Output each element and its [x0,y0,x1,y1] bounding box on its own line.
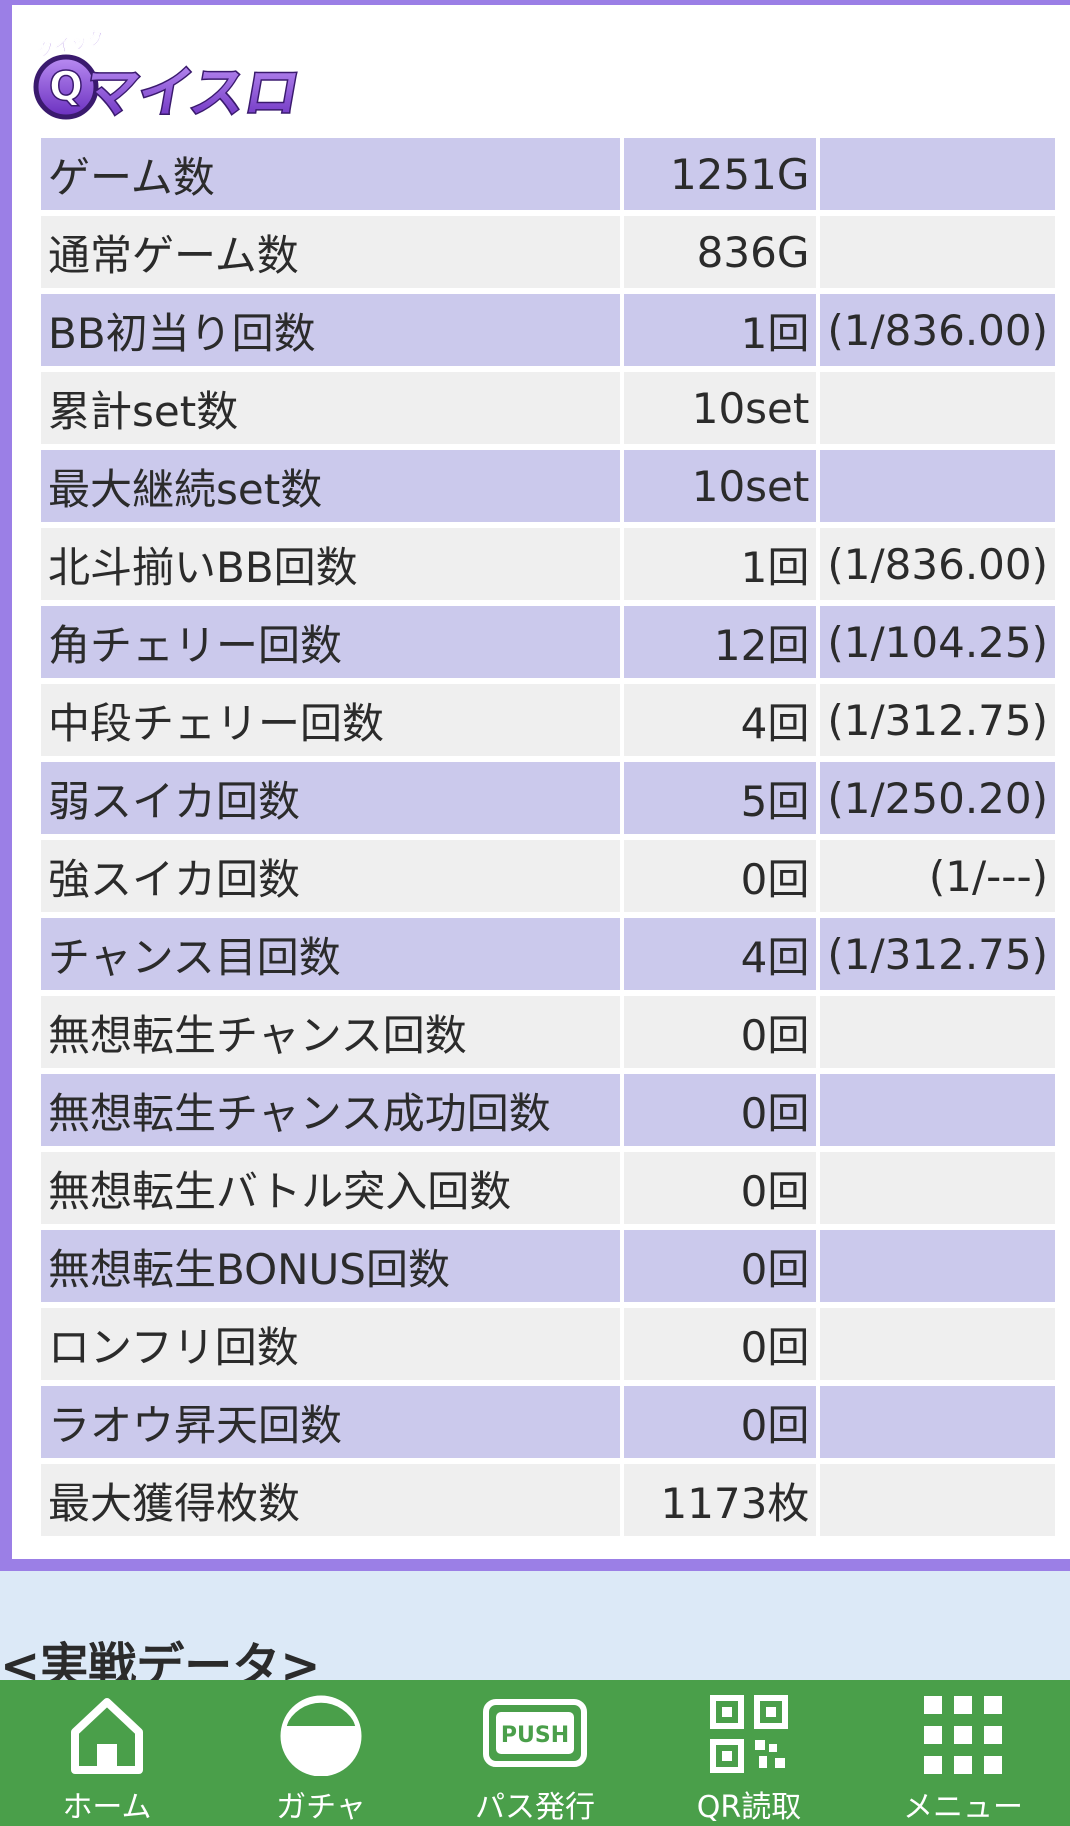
stats-row: ゲーム数 1251G [41,138,1055,210]
svg-text:Q: Q [49,64,83,110]
stat-rate: (1/104.25) [820,606,1055,678]
stat-value: 4回 [623,918,817,990]
stat-rate [820,1152,1055,1224]
stat-value: 0回 [623,1152,817,1224]
stat-label: ロンフリ回数 [41,1308,620,1380]
nav-pass[interactable]: PUSH パス発行 [428,1680,642,1826]
stat-rate [820,996,1055,1068]
stats-row: ロンフリ回数 0回 [41,1308,1055,1380]
q-myslo-logo: Q クイック マイスロ [26,29,308,127]
menu-grid-icon [922,1694,1004,1780]
nav-label: ホーム [62,1790,152,1825]
svg-text:マイスロ: マイスロ [79,60,305,124]
stats-row: 無想転生BONUS回数 0回 [41,1230,1055,1302]
stats-row: 中段チェリー回数 4回 (1/312.75) [41,684,1055,756]
stat-label: ラオウ昇天回数 [41,1386,620,1458]
stats-row: 累計set数 10set [41,372,1055,444]
stat-value: 5回 [623,762,817,834]
stat-value: 0回 [623,1230,817,1302]
stat-rate [820,1230,1055,1302]
stat-label: ゲーム数 [41,138,620,210]
stat-label: 通常ゲーム数 [41,216,620,288]
stats-row: 最大獲得枚数 1173枚 [41,1464,1055,1536]
stat-value: 0回 [623,996,817,1068]
nav-label: QR読取 [696,1790,802,1825]
nav-label: パス発行 [475,1790,595,1825]
stat-value: 1回 [623,294,817,366]
bottom-nav: ホーム ガチャ PUSH パス発行 QR読取 メニュー [0,1680,1070,1826]
stat-rate: (1/312.75) [820,684,1055,756]
data-panel: Q クイック マイスロ ゲーム数 1251G 通常ゲーム数 836G BB初当り回数 1回… [0,0,1070,1571]
stat-rate: (1/312.75) [820,918,1055,990]
stat-label: 弱スイカ回数 [41,762,620,834]
nav-label: ガチャ [276,1790,366,1825]
stat-value: 0回 [623,1308,817,1380]
stat-label: 無想転生BONUS回数 [41,1230,620,1302]
stats-row: 強スイカ回数 0回 (1/---) [41,840,1055,912]
stat-label: チャンス目回数 [41,918,620,990]
stats-row: チャンス目回数 4回 (1/312.75) [41,918,1055,990]
stats-row: 無想転生チャンス成功回数 0回 [41,1074,1055,1146]
stat-rate [820,1308,1055,1380]
stats-row: ラオウ昇天回数 0回 [41,1386,1055,1458]
stat-rate: (1/250.20) [820,762,1055,834]
stat-label: 無想転生チャンス成功回数 [41,1074,620,1146]
stat-rate: (1/836.00) [820,528,1055,600]
stat-rate: (1/836.00) [820,294,1055,366]
nav-home[interactable]: ホーム [0,1680,214,1826]
stat-value: 0回 [623,1074,817,1146]
stat-rate [820,372,1055,444]
stats-row: 無想転生バトル突入回数 0回 [41,1152,1055,1224]
stats-row: 北斗揃いBB回数 1回 (1/836.00) [41,528,1055,600]
stat-rate: (1/---) [820,840,1055,912]
stat-value: 0回 [623,840,817,912]
stats-row: 角チェリー回数 12回 (1/104.25) [41,606,1055,678]
home-icon [67,1694,147,1778]
stat-value: 10set [623,372,817,444]
stats-row: 無想転生チャンス回数 0回 [41,996,1055,1068]
stat-value: 836G [623,216,817,288]
nav-menu[interactable]: メニュー [856,1680,1070,1826]
nav-gacha[interactable]: ガチャ [214,1680,428,1826]
stat-label: 最大獲得枚数 [41,1464,620,1536]
stat-value: 1173枚 [623,1464,817,1536]
stat-rate [820,1386,1055,1458]
stat-rate [820,1074,1055,1146]
stat-rate [820,138,1055,210]
stats-row: BB初当り回数 1回 (1/836.00) [41,294,1055,366]
stats-row: 弱スイカ回数 5回 (1/250.20) [41,762,1055,834]
stat-label: 中段チェリー回数 [41,684,620,756]
stats-table: ゲーム数 1251G 通常ゲーム数 836G BB初当り回数 1回 (1/836.00) 累計… [37,132,1059,1542]
stat-label: 累計set数 [41,372,620,444]
stat-value: 10set [623,450,817,522]
gacha-icon [277,1694,365,1780]
stat-value: 12回 [623,606,817,678]
stat-value: 0回 [623,1386,817,1458]
stat-value: 4回 [623,684,817,756]
stat-label: 北斗揃いBB回数 [41,528,620,600]
stat-rate [820,216,1055,288]
stat-label: BB初当り回数 [41,294,620,366]
svg-text:PUSH: PUSH [501,1723,569,1748]
stat-label: 無想転生チャンス回数 [41,996,620,1068]
stat-rate [820,450,1055,522]
stats-row: 通常ゲーム数 836G [41,216,1055,288]
stat-label: 無想転生バトル突入回数 [41,1152,620,1224]
stat-rate [820,1464,1055,1536]
nav-label: メニュー [903,1790,1023,1825]
qr-icon [709,1694,789,1778]
stats-row: 最大継続set数 10set [41,450,1055,522]
stat-label: 強スイカ回数 [41,840,620,912]
stat-value: 1251G [623,138,817,210]
stat-label: 最大継続set数 [41,450,620,522]
nav-qr[interactable]: QR読取 [642,1680,856,1826]
push-icon: PUSH [480,1694,590,1776]
stat-label: 角チェリー回数 [41,606,620,678]
stat-value: 1回 [623,528,817,600]
